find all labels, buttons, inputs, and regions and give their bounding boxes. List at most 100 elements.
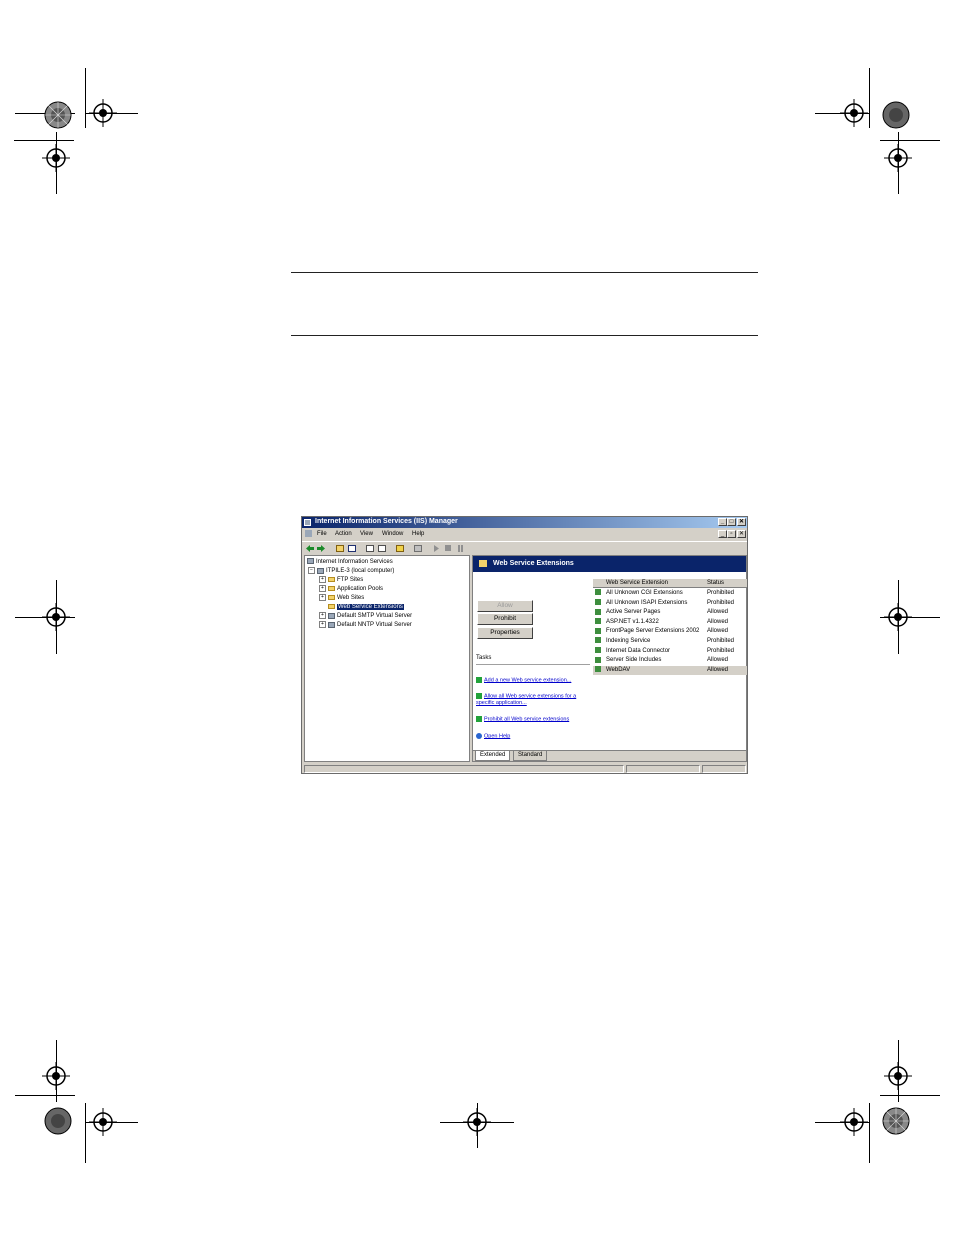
extension-status: Prohibited	[707, 647, 735, 654]
play-icon[interactable]	[432, 545, 440, 552]
menu-view[interactable]: View	[360, 531, 373, 537]
extension-status: Allowed	[707, 657, 729, 664]
registration-target-icon	[89, 99, 117, 127]
tasks-divider	[476, 664, 590, 665]
expand-icon[interactable]: +	[319, 612, 326, 619]
menu-window[interactable]: Window	[382, 531, 403, 537]
app-icon	[304, 519, 311, 526]
iis-icon	[307, 558, 314, 565]
tree-computer[interactable]: − ITPILE-3 (local computer)	[308, 567, 394, 575]
stop-icon[interactable]	[445, 545, 451, 551]
title-bar[interactable]: Internet Information Services (IIS) Mana…	[302, 517, 747, 528]
refresh-icon[interactable]	[378, 545, 386, 552]
computer-icon	[317, 567, 324, 574]
extension-icon	[595, 637, 601, 644]
allow-icon	[476, 693, 482, 699]
export-list-icon[interactable]	[366, 545, 374, 552]
expand-icon[interactable]: +	[319, 594, 326, 601]
extension-name: Internet Data Connector	[606, 647, 671, 654]
inner-restore-button[interactable]: ▫	[727, 530, 736, 538]
allow-button[interactable]: Allow	[477, 600, 533, 612]
prohibit-all-link[interactable]: Prohibit all Web service extensions	[476, 716, 569, 723]
list-item[interactable]: FrontPage Server Extensions 2002 Allowed	[593, 627, 747, 636]
menu-bar: File Action View Window Help _ ▫ ✕	[302, 528, 747, 540]
menu-file[interactable]: File	[317, 531, 327, 537]
list-item[interactable]: Active Server Pages Allowed	[593, 608, 747, 617]
computer-icon[interactable]	[414, 545, 422, 552]
tasks-label: Tasks	[476, 655, 492, 661]
minimize-button[interactable]: _	[718, 518, 727, 526]
extension-status: Allowed	[707, 609, 729, 616]
status-cell	[626, 765, 700, 773]
extension-status: Prohibited	[707, 638, 735, 644]
extension-icon	[595, 618, 601, 625]
help-icon[interactable]	[396, 545, 404, 552]
extension-icon	[595, 647, 601, 654]
registration-target-icon	[42, 144, 70, 172]
open-help-link[interactable]: Open Help	[476, 733, 510, 740]
expand-icon[interactable]: +	[319, 621, 326, 628]
extension-name: Server Side Includes	[606, 657, 662, 664]
menu-help[interactable]: Help	[412, 531, 424, 537]
column-header-extension[interactable]: Web Service Extension	[606, 580, 668, 586]
forward-arrow-icon[interactable]	[317, 545, 325, 552]
tab-extended[interactable]: Extended	[475, 751, 511, 761]
tree-item-web-sites[interactable]: + Web Sites	[319, 594, 364, 602]
list-item[interactable]: Internet Data Connector Prohibited	[593, 647, 747, 656]
tab-strip: Extended Standard	[473, 750, 746, 761]
tree-item-web-service-extensions[interactable]: Web Service Extensions	[328, 603, 404, 611]
collapse-icon[interactable]: −	[308, 567, 315, 574]
allow-all-link-continued[interactable]: specific application...	[476, 700, 527, 707]
panel-header: Web Service Extensions	[473, 556, 746, 572]
add-icon	[476, 677, 482, 683]
list-item[interactable]: All Unknown ISAPI Extensions Prohibited	[593, 599, 747, 608]
close-button[interactable]: ✕	[737, 518, 746, 526]
up-folder-icon[interactable]	[336, 545, 344, 552]
tree-pane: Internet Information Services − ITPILE-3 …	[304, 555, 470, 762]
mmc-icon	[305, 530, 312, 537]
add-extension-link[interactable]: Add a new Web service extension...	[476, 677, 571, 684]
tree-item-ftp-sites[interactable]: + FTP Sites	[319, 576, 363, 584]
extension-icon	[595, 666, 601, 673]
prohibit-icon	[476, 716, 482, 722]
tree-root[interactable]: Internet Information Services	[307, 558, 393, 566]
status-cell	[702, 765, 746, 773]
registration-target-icon	[89, 1108, 117, 1136]
prohibit-button[interactable]: Prohibit	[477, 613, 533, 625]
color-wheel-icon	[44, 1107, 72, 1135]
inner-close-button[interactable]: ✕	[737, 530, 746, 538]
expand-icon[interactable]: +	[319, 585, 326, 592]
status-bar	[302, 764, 747, 773]
tree-item-nntp[interactable]: + Default NNTP Virtual Server	[319, 621, 412, 629]
inner-minimize-button[interactable]: _	[718, 530, 727, 538]
bottom-rule	[291, 335, 758, 336]
list-item[interactable]: Indexing Service Prohibited	[593, 637, 747, 646]
column-header-status[interactable]: Status	[707, 580, 724, 586]
list-item[interactable]: ASP.NET v1.1.4322 Allowed	[593, 618, 747, 627]
list-item[interactable]: Server Side Includes Allowed	[593, 656, 747, 665]
properties-button[interactable]: Properties	[477, 627, 533, 639]
color-wheel-icon	[882, 1107, 910, 1135]
show-tree-icon[interactable]	[348, 545, 356, 552]
list-item[interactable]: WebDAV Allowed	[593, 665, 747, 675]
pause-icon[interactable]	[458, 545, 463, 552]
tree-item-application-pools[interactable]: + Application Pools	[319, 585, 383, 593]
registration-target-icon	[884, 144, 912, 172]
iis-manager-window: Internet Information Services (IIS) Mana…	[301, 516, 748, 774]
tab-standard[interactable]: Standard	[513, 751, 548, 761]
menu-action[interactable]: Action	[335, 531, 352, 537]
list-item[interactable]: All Unknown CGI Extensions Prohibited	[593, 589, 747, 598]
registration-target-icon	[42, 603, 70, 631]
back-arrow-icon[interactable]	[306, 545, 314, 552]
mail-server-icon	[328, 612, 335, 619]
extension-name: WebDAV	[606, 666, 631, 673]
extension-status: Prohibited	[707, 590, 735, 596]
extension-icon	[595, 608, 601, 615]
tree-item-smtp[interactable]: + Default SMTP Virtual Server	[319, 612, 412, 620]
maximize-button[interactable]: □	[727, 518, 736, 526]
expand-icon[interactable]: +	[319, 576, 326, 583]
extension-name: All Unknown ISAPI Extensions	[606, 599, 688, 606]
folder-icon	[328, 595, 335, 600]
status-cell	[304, 765, 624, 773]
folder-icon	[328, 586, 335, 591]
